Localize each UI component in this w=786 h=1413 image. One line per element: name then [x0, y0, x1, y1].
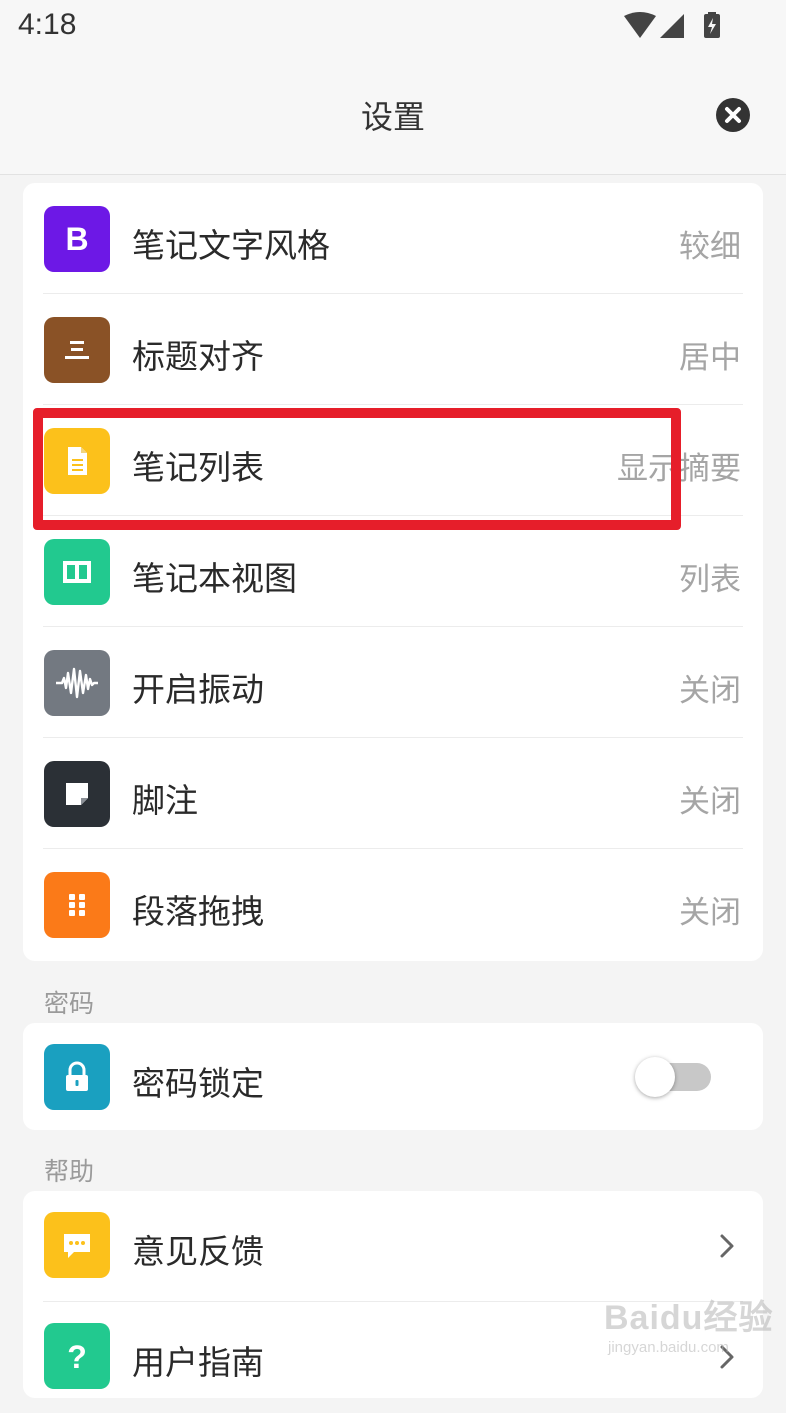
- chat-bubble-icon: [44, 1212, 110, 1278]
- setting-value: 列表: [679, 562, 741, 598]
- setting-row-paragraph-drag[interactable]: 段落拖拽 关闭: [23, 849, 763, 960]
- bold-b-icon: B: [44, 206, 110, 272]
- setting-row-notebook-view[interactable]: 笔记本视图 列表: [23, 516, 763, 627]
- setting-label: 脚注: [132, 781, 198, 820]
- setting-row-password-lock[interactable]: 密码锁定: [23, 1023, 763, 1130]
- status-time: 4:18: [18, 8, 77, 41]
- section-title-help: 帮助: [44, 1157, 95, 1186]
- drag-handle-icon: [44, 872, 110, 938]
- status-icons: [624, 12, 728, 40]
- lock-icon: [44, 1044, 110, 1110]
- svg-text:?: ?: [67, 1339, 87, 1375]
- setting-label: 笔记本视图: [132, 559, 297, 598]
- footnote-note-icon: [44, 761, 110, 827]
- battery-charging-icon: [704, 12, 720, 38]
- columns-icon: [44, 539, 110, 605]
- wifi-icon: [624, 12, 656, 38]
- setting-value: 关闭: [679, 784, 741, 820]
- setting-row-note-text-style[interactable]: B 笔记文字风格 较细: [23, 183, 763, 294]
- setting-row-title-align[interactable]: 标题对齐 居中: [23, 294, 763, 405]
- setting-label: 笔记列表: [132, 448, 264, 487]
- align-center-icon: [44, 317, 110, 383]
- setting-label: 标题对齐: [132, 337, 264, 376]
- setting-value: 居中: [679, 340, 741, 376]
- help-label: 意见反馈: [132, 1232, 264, 1271]
- password-lock-toggle[interactable]: [635, 1057, 713, 1097]
- setting-label: 密码锁定: [132, 1064, 264, 1103]
- setting-value: 显示摘要: [617, 451, 741, 487]
- svg-text:B: B: [65, 221, 88, 257]
- section-title-password: 密码: [44, 989, 95, 1018]
- setting-label: 段落拖拽: [132, 892, 264, 931]
- close-icon: [725, 107, 741, 123]
- settings-card: B 笔记文字风格 较细 标题对齐 居中 笔记列表 显示摘要 笔记本视图 列表 开…: [23, 183, 763, 961]
- status-bar: 4:18: [0, 0, 786, 56]
- setting-label: 开启振动: [132, 670, 264, 709]
- setting-value: 关闭: [679, 673, 741, 709]
- close-button[interactable]: [716, 98, 750, 132]
- toggle-knob: [635, 1057, 675, 1097]
- document-icon: [44, 428, 110, 494]
- setting-label: 笔记文字风格: [132, 226, 330, 265]
- page-title: 设置: [360, 98, 425, 136]
- waveform-icon: [44, 650, 110, 716]
- chevron-right-icon: [720, 1234, 734, 1258]
- header-bar: 设置: [0, 56, 786, 175]
- status-icons-svg: [624, 12, 720, 38]
- setting-row-note-list[interactable]: 笔记列表 显示摘要: [23, 405, 763, 516]
- password-card: 密码锁定: [23, 1023, 763, 1130]
- watermark-url: jingyan.baidu.com: [608, 1339, 729, 1356]
- setting-value: 关闭: [679, 895, 741, 931]
- watermark: Baidu经验 jingyan.baidu.com: [604, 1290, 774, 1360]
- help-label: 用户指南: [132, 1343, 264, 1382]
- signal-icon: [660, 14, 684, 38]
- setting-row-vibration[interactable]: 开启振动 关闭: [23, 627, 763, 738]
- setting-row-footnote[interactable]: 脚注 关闭: [23, 738, 763, 849]
- watermark-logo-text: Baidu经验: [604, 1299, 774, 1337]
- setting-value: 较细: [679, 229, 741, 265]
- help-row-feedback[interactable]: 意见反馈: [23, 1191, 763, 1302]
- question-icon: ?: [44, 1323, 110, 1389]
